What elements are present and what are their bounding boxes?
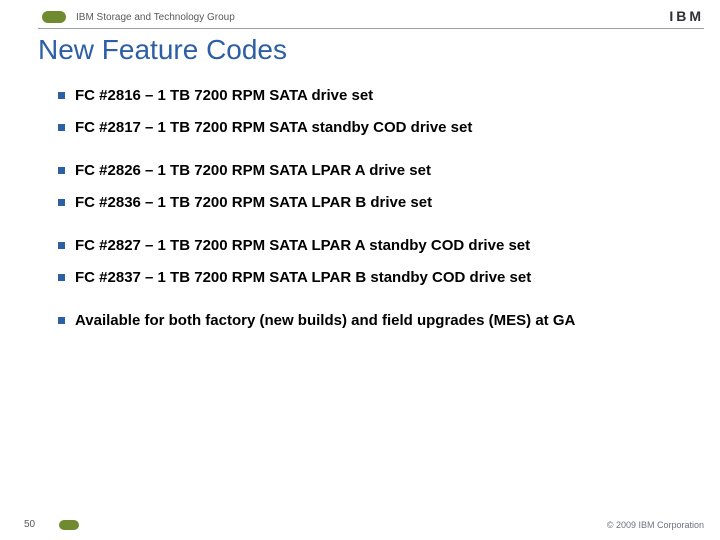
square-bullet-icon bbox=[58, 317, 65, 324]
header-divider bbox=[38, 28, 704, 29]
item-text: FC #2837 – 1 TB 7200 RPM SATA LPAR B sta… bbox=[75, 268, 531, 288]
ibm-logo-icon: IBM bbox=[669, 8, 704, 26]
list-item: FC #2837 – 1 TB 7200 RPM SATA LPAR B sta… bbox=[58, 268, 684, 288]
item-text: Available for both factory (new builds) … bbox=[75, 311, 575, 331]
list-item: FC #2826 – 1 TB 7200 RPM SATA LPAR A dri… bbox=[58, 161, 684, 181]
item-text: FC #2826 – 1 TB 7200 RPM SATA LPAR A dri… bbox=[75, 161, 431, 181]
list-item: FC #2836 – 1 TB 7200 RPM SATA LPAR B dri… bbox=[58, 193, 684, 213]
slide-header: IBM Storage and Technology Group IBM bbox=[0, 6, 720, 28]
square-bullet-icon bbox=[58, 124, 65, 131]
footer-left: 50 bbox=[0, 519, 87, 530]
item-text: FC #2836 – 1 TB 7200 RPM SATA LPAR B dri… bbox=[75, 193, 432, 213]
brand-pill-icon bbox=[59, 520, 79, 530]
item-text: FC #2817 – 1 TB 7200 RPM SATA standby CO… bbox=[75, 118, 472, 138]
bullet-group: Available for both factory (new builds) … bbox=[58, 311, 684, 331]
square-bullet-icon bbox=[58, 199, 65, 206]
bullet-group: FC #2827 – 1 TB 7200 RPM SATA LPAR A sta… bbox=[58, 236, 684, 287]
item-text: FC #2827 – 1 TB 7200 RPM SATA LPAR A sta… bbox=[75, 236, 530, 256]
ibm-logo-text: IBM bbox=[669, 8, 704, 24]
list-item: FC #2816 – 1 TB 7200 RPM SATA drive set bbox=[58, 86, 684, 106]
header-left: IBM Storage and Technology Group bbox=[0, 11, 235, 23]
brand-pill-icon bbox=[42, 11, 66, 23]
slide-title: New Feature Codes bbox=[38, 34, 287, 66]
bullet-group: FC #2816 – 1 TB 7200 RPM SATA drive set … bbox=[58, 86, 684, 137]
item-text: FC #2816 – 1 TB 7200 RPM SATA drive set bbox=[75, 86, 373, 106]
square-bullet-icon bbox=[58, 167, 65, 174]
page-number: 50 bbox=[24, 519, 35, 530]
square-bullet-icon bbox=[58, 274, 65, 281]
list-item: FC #2817 – 1 TB 7200 RPM SATA standby CO… bbox=[58, 118, 684, 138]
slide-content: FC #2816 – 1 TB 7200 RPM SATA drive set … bbox=[58, 80, 684, 355]
square-bullet-icon bbox=[58, 242, 65, 249]
list-item: FC #2827 – 1 TB 7200 RPM SATA LPAR A sta… bbox=[58, 236, 684, 256]
bullet-group: FC #2826 – 1 TB 7200 RPM SATA LPAR A dri… bbox=[58, 161, 684, 212]
copyright-text: © 2009 IBM Corporation bbox=[607, 520, 704, 530]
header-group-label: IBM Storage and Technology Group bbox=[76, 12, 235, 23]
slide-footer: 50 © 2009 IBM Corporation bbox=[0, 519, 720, 530]
square-bullet-icon bbox=[58, 92, 65, 99]
list-item: Available for both factory (new builds) … bbox=[58, 311, 684, 331]
